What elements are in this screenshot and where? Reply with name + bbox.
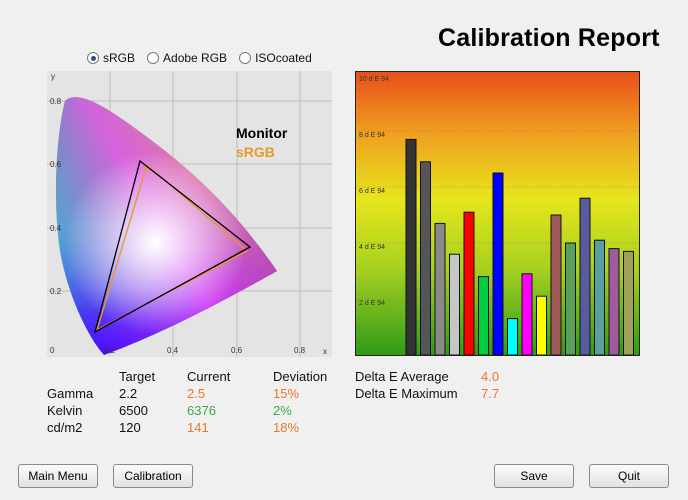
delta-e-bar (420, 161, 431, 355)
calibration-button[interactable]: Calibration (113, 464, 193, 488)
delta-e-summary: Delta E Average 4.0 Delta E Maximum 7.7 (355, 368, 499, 402)
radio-label: Adobe RGB (163, 51, 228, 65)
delta-e-bar (536, 295, 547, 355)
radio-button-icon[interactable] (87, 52, 99, 64)
row-label: Kelvin (47, 403, 83, 418)
header-current: Current (187, 369, 231, 384)
radio-isocoated[interactable]: ISOcoated (239, 51, 312, 65)
save-button[interactable]: Save (494, 464, 574, 488)
y-tick-label: 0.8 (50, 97, 62, 106)
y-tick-label: 10 d E 94 (359, 76, 389, 83)
header-deviation: Deviation (273, 369, 328, 384)
spectral-locus (55, 97, 278, 355)
target-value: 120 (119, 420, 141, 435)
axis-x-label: x (323, 347, 327, 356)
y-tick-label: 4 d E 94 (359, 244, 385, 251)
delta-e-maximum-row: Delta E Maximum 7.7 (355, 385, 499, 402)
page-title: Calibration Report (438, 24, 660, 52)
legend-srgb: sRGB (236, 144, 275, 160)
stats-row-luminance: cd/m2 120 141 18% (47, 419, 333, 436)
radio-label: sRGB (103, 51, 136, 65)
main-menu-button[interactable]: Main Menu (18, 464, 98, 488)
gamut-chart: y x 0 0.2 0.4 0.6 0.8 0.8 0.6 0.4 0.2 Mo… (47, 71, 332, 357)
radio-label: ISOcoated (255, 51, 312, 65)
x-tick-label: 0.2 (104, 346, 116, 355)
y-tick-label: 2 d E 94 (359, 300, 385, 307)
current-value: 2.5 (187, 386, 206, 401)
delta-e-bar (463, 211, 475, 355)
deviation-value: 2% (273, 403, 292, 418)
y-tick-label: 0.4 (50, 224, 62, 233)
y-tick-label: 6 d E 94 (359, 188, 385, 195)
radio-srgb[interactable]: sRGB (87, 51, 135, 65)
x-tick-label: 0.4 (167, 346, 179, 355)
stats-table: Target Current Deviation Gamma 2.2 2.5 1… (47, 368, 333, 436)
gamut-chart-svg: y x 0 0.2 0.4 0.6 0.8 0.8 0.6 0.4 0.2 Mo… (47, 71, 332, 357)
gamut-selector: sRGB Adobe RGB ISOcoated (87, 51, 312, 65)
deviation-value: 18% (273, 420, 300, 435)
y-tick-label: 0.2 (50, 287, 62, 296)
delta-e-average-row: Delta E Average 4.0 (355, 368, 499, 385)
stats-row-gamma: Gamma 2.2 2.5 15% (47, 385, 333, 402)
delta-e-chart-svg: 10 d E 94 8 d E 94 6 d E 94 4 d E 94 2 d E 9… (356, 72, 639, 355)
target-value: 6500 (119, 403, 148, 418)
current-value: 6376 (187, 403, 216, 418)
delta-e-bar-chart: 10 d E 94 8 d E 94 6 d E 94 4 d E 94 2 d E 9… (355, 71, 640, 356)
deviation-value: 15% (273, 386, 300, 401)
delta-e-bar (405, 138, 417, 355)
delta-e-maximum-value: 7.7 (481, 386, 500, 401)
delta-e-bar (521, 273, 533, 355)
x-tick-label: 0 (50, 346, 55, 355)
delta-e-maximum-label: Delta E Maximum (355, 386, 458, 401)
delta-e-bar (449, 253, 460, 355)
delta-e-bar (579, 197, 591, 355)
axis-y-label: y (51, 72, 55, 81)
delta-e-average-label: Delta E Average (355, 369, 449, 384)
header-empty (47, 368, 119, 385)
delta-e-bar (434, 222, 446, 355)
stats-header-row: Target Current Deviation (47, 368, 333, 385)
header-target: Target (119, 369, 156, 384)
x-tick-label: 0.6 (231, 346, 243, 355)
delta-e-bar (608, 248, 620, 355)
delta-e-bar (478, 276, 489, 355)
stats-row-kelvin: Kelvin 6500 6376 2% (47, 402, 333, 419)
radio-button-icon[interactable] (239, 52, 252, 64)
delta-e-bar (550, 214, 562, 355)
delta-e-bar (565, 242, 576, 355)
delta-e-bar (623, 250, 634, 355)
current-value: 141 (187, 420, 209, 435)
y-tick-label: 0.6 (50, 160, 62, 169)
row-label: cd/m2 (47, 420, 83, 435)
radio-adobe-rgb[interactable]: Adobe RGB (147, 51, 227, 65)
target-value: 2.2 (119, 386, 138, 401)
legend-monitor: Monitor (236, 125, 288, 141)
y-tick-label: 8 d E 94 (359, 132, 385, 139)
delta-e-bar (507, 318, 518, 355)
x-tick-label: 0.8 (294, 346, 306, 355)
radio-button-icon[interactable] (147, 52, 160, 64)
row-label: Gamma (47, 386, 94, 401)
delta-e-bar (594, 239, 605, 355)
delta-e-bar (492, 172, 504, 355)
quit-button[interactable]: Quit (589, 464, 669, 488)
delta-e-average-value: 4.0 (481, 369, 500, 384)
